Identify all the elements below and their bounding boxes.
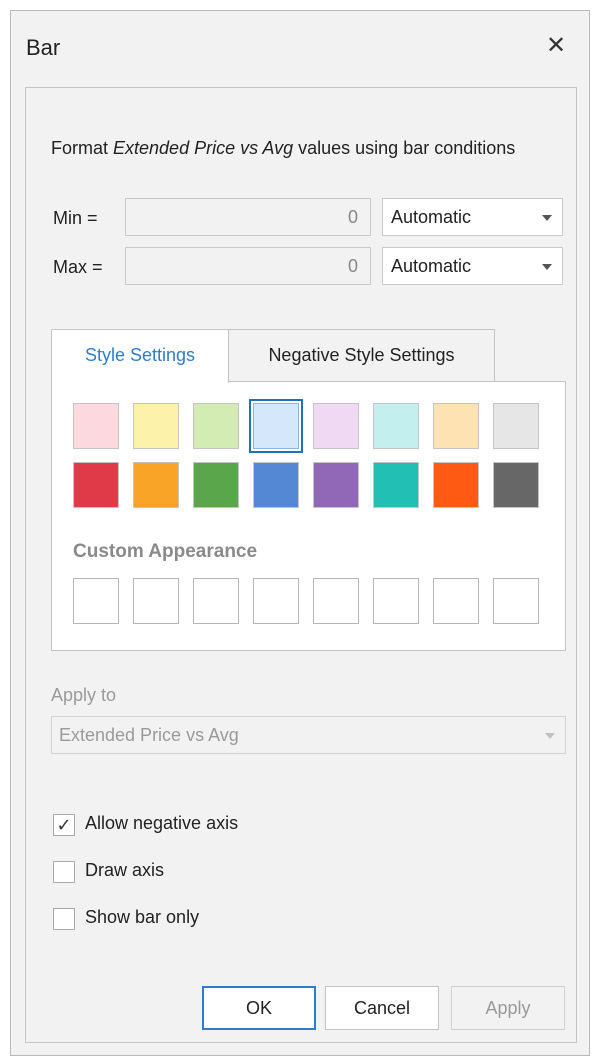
custom-appearance-swatch[interactable] (73, 578, 119, 624)
min-mode-dropdown[interactable]: Automatic (382, 198, 563, 236)
bar-dialog: Bar ✕ Format Extended Price vs Avg value… (10, 10, 590, 1056)
ok-button[interactable]: OK (202, 986, 316, 1030)
tab-negative-style-settings[interactable]: Negative Style Settings (228, 329, 495, 382)
apply-to-dropdown[interactable]: Extended Price vs Avg (51, 716, 566, 754)
light-color-swatch[interactable] (493, 403, 539, 449)
checkbox-box (53, 908, 75, 930)
apply-to-label: Apply to (51, 685, 117, 705)
custom-appearance-swatch[interactable] (133, 578, 179, 624)
style-settings-panel: Custom Appearance (51, 381, 566, 651)
close-icon[interactable]: ✕ (541, 31, 571, 61)
light-color-swatch[interactable] (313, 403, 359, 449)
light-color-swatch[interactable] (193, 403, 239, 449)
description-prefix: Format (51, 138, 114, 158)
dark-color-swatch[interactable] (433, 462, 479, 508)
allow-negative-axis-label: Allow negative axis (85, 813, 239, 833)
custom-appearance-swatch[interactable] (433, 578, 479, 624)
light-color-swatch[interactable] (133, 403, 179, 449)
custom-appearance-swatch[interactable] (193, 578, 239, 624)
max-value-input[interactable]: 0 (125, 247, 371, 285)
max-label: Max = (53, 257, 103, 277)
description-field: Extended Price vs Avg (113, 138, 294, 158)
draw-axis-label: Draw axis (85, 860, 165, 880)
light-color-swatch[interactable] (249, 399, 303, 453)
min-label: Min = (53, 208, 98, 228)
tab-style-settings[interactable]: Style Settings (51, 329, 229, 383)
max-mode-dropdown[interactable]: Automatic (382, 247, 563, 285)
check-icon: ✓ (53, 814, 75, 836)
checkbox-box (53, 861, 75, 883)
chevron-down-icon (542, 264, 552, 270)
dark-color-swatch[interactable] (313, 462, 359, 508)
title-bar: Bar ✕ (11, 11, 589, 87)
custom-appearance-title: Custom Appearance (73, 541, 258, 562)
description-suffix: values using bar conditions (293, 138, 516, 158)
chevron-down-icon (545, 733, 555, 739)
custom-appearance-swatch[interactable] (373, 578, 419, 624)
show-bar-only-label: Show bar only (85, 907, 200, 927)
chevron-down-icon (542, 215, 552, 221)
dark-color-swatch[interactable] (133, 462, 179, 508)
min-value-input[interactable]: 0 (125, 198, 371, 236)
light-color-swatch[interactable] (373, 403, 419, 449)
max-mode-value: Automatic (391, 256, 472, 276)
dark-color-swatch[interactable] (373, 462, 419, 508)
custom-appearance-swatch[interactable] (313, 578, 359, 624)
apply-button[interactable]: Apply (451, 986, 565, 1030)
cancel-button[interactable]: Cancel (325, 986, 439, 1030)
light-color-swatch[interactable] (73, 403, 119, 449)
dialog-body: Format Extended Price vs Avg values usin… (25, 87, 577, 1043)
dark-color-swatch[interactable] (253, 462, 299, 508)
apply-to-value: Extended Price vs Avg (59, 725, 239, 745)
custom-appearance-swatch[interactable] (253, 578, 299, 624)
dialog-title: Bar (26, 35, 61, 60)
min-mode-value: Automatic (391, 207, 472, 227)
custom-appearance-swatch[interactable] (493, 578, 539, 624)
dark-color-swatch[interactable] (493, 462, 539, 508)
dark-color-swatch[interactable] (73, 462, 119, 508)
dark-color-swatch[interactable] (193, 462, 239, 508)
description-text: Format Extended Price vs Avg values usin… (51, 136, 541, 160)
light-color-swatch[interactable] (433, 403, 479, 449)
